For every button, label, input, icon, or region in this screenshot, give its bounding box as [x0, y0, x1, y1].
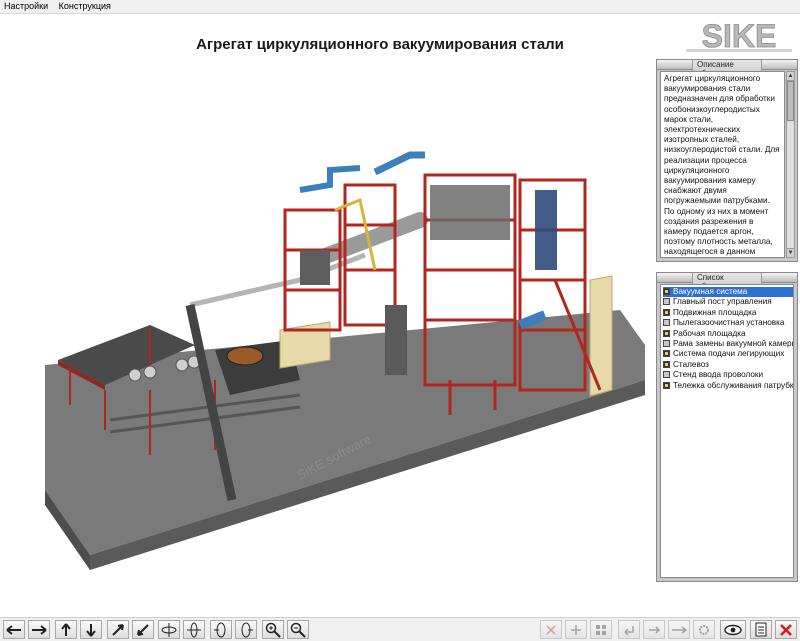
arrows-icon: [672, 625, 687, 634]
redo-icon: [649, 625, 661, 634]
assemble-icon: [571, 624, 581, 635]
arrow-left-icon: [6, 624, 21, 635]
pan-up-right-icon: [112, 623, 124, 636]
object-list-item[interactable]: Система подачи легирующих: [663, 349, 793, 359]
arrow-up-icon: [61, 622, 71, 636]
menu-settings[interactable]: Настройки: [0, 0, 52, 13]
object-list-item-label: Пылегазоочистная установка: [673, 318, 785, 328]
3d-viewport[interactable]: SiKE software: [0, 60, 655, 615]
description-scrollbar[interactable]: ▲ ▼: [786, 71, 795, 258]
object-list-item-label: Рама замены вакуумной камеры: [673, 338, 794, 348]
object-list-item-label: Стенд ввода проволоки: [673, 370, 764, 380]
bottom-toolbar: [0, 617, 800, 641]
arrow-down-icon: [86, 623, 96, 637]
view-eye-button[interactable]: [720, 620, 746, 639]
objects-list: Вакуумная система Главный пост управления…: [661, 285, 793, 391]
object-list-item[interactable]: Вакуумная система: [663, 287, 793, 298]
object-list-item[interactable]: Стенд ввода проволоки: [663, 370, 793, 380]
object-toggle-icon[interactable]: [663, 350, 670, 358]
zoom-out-button[interactable]: [287, 620, 309, 639]
pan-up-right-button[interactable]: [107, 620, 129, 639]
arrow-down-button[interactable]: [80, 620, 102, 639]
objects-panel: Список объектов Вакуумная системаГлавный…: [656, 272, 798, 582]
object-list-item[interactable]: Главный пост управления: [663, 297, 793, 307]
object-list-item-label: Вакуумная система: [673, 287, 748, 296]
arrows-button[interactable]: [668, 620, 690, 639]
object-list-item-label: Система подачи легирующих: [673, 349, 785, 359]
object-toggle-icon[interactable]: [663, 360, 670, 368]
sike-logo: SIKE: [686, 18, 792, 54]
rotate-right-button[interactable]: [235, 620, 257, 639]
arrow-up-button[interactable]: [55, 620, 77, 639]
scroll-up-icon[interactable]: ▲: [787, 72, 794, 81]
rotate-horizontal-icon: [161, 622, 177, 637]
settings-icon: [699, 624, 709, 635]
description-text: Агрегат циркуляционного вакуумирования с…: [664, 74, 780, 257]
logo-text: SIKE: [702, 18, 777, 54]
object-list-item-label: Тележка обслуживания патрубков: [673, 380, 794, 390]
page-title: Агрегат циркуляционного вакуумирования с…: [196, 36, 564, 53]
rotate-vertical-icon: [187, 622, 201, 637]
grid-button[interactable]: [590, 620, 612, 639]
object-list-item-label: Сталевоз: [673, 359, 709, 369]
description-panel: Описание объекта Агрегат циркуляционного…: [656, 59, 798, 262]
object-list-item[interactable]: Тележка обслуживания патрубков: [663, 381, 793, 391]
object-toggle-icon[interactable]: [663, 371, 670, 379]
assemble-button[interactable]: [565, 620, 587, 639]
grid-icon: [596, 624, 606, 635]
object-list-item[interactable]: Пылегазоочистная установка: [663, 318, 793, 328]
redo-button[interactable]: [643, 620, 665, 639]
object-toggle-icon[interactable]: [663, 298, 670, 306]
rotate-left-icon: [214, 622, 226, 637]
description-text-area: Агрегат циркуляционного вакуумирования с…: [660, 71, 785, 258]
document-icon: [755, 622, 767, 637]
scroll-down-icon[interactable]: ▼: [787, 248, 794, 257]
object-toggle-icon[interactable]: [663, 319, 670, 327]
object-toggle-icon[interactable]: [663, 381, 670, 389]
document-button[interactable]: [750, 620, 772, 639]
object-list-item-label: Подвижная площадка: [673, 307, 757, 317]
plant-model: SiKE software: [45, 151, 645, 570]
rotate-vertical-button[interactable]: [183, 620, 205, 639]
arrow-right-button[interactable]: [28, 620, 50, 639]
rotate-horizontal-button[interactable]: [158, 620, 180, 639]
zoom-in-icon: [265, 622, 281, 638]
undo-button[interactable]: [618, 620, 640, 639]
control-cabinet: [385, 305, 407, 375]
object-toggle-icon[interactable]: [663, 288, 670, 295]
object-list-item[interactable]: Сталевоз: [663, 360, 793, 370]
rotate-left-button[interactable]: [210, 620, 232, 639]
disassemble-icon: [546, 624, 556, 635]
zoom-in-button[interactable]: [262, 620, 284, 639]
object-list-item[interactable]: Рама замены вакуумной камеры: [663, 339, 793, 349]
close-icon: [780, 623, 792, 636]
undo-icon: [624, 625, 634, 636]
object-toggle-icon[interactable]: [663, 329, 670, 337]
menu-construction[interactable]: Конструкция: [55, 0, 115, 13]
pan-down-left-icon: [137, 623, 149, 636]
zoom-out-icon: [290, 622, 306, 638]
rotate-right-icon: [241, 622, 253, 637]
arrow-right-icon: [32, 624, 47, 635]
disassemble-button[interactable]: [540, 620, 562, 639]
object-list-item[interactable]: Подвижная площадка: [663, 308, 793, 318]
close-button[interactable]: [775, 620, 797, 639]
scroll-thumb[interactable]: [787, 81, 794, 121]
objects-list-area: Вакуумная система Главный пост управления…: [660, 284, 794, 578]
object-toggle-icon[interactable]: [663, 308, 670, 316]
arrow-left-button[interactable]: [3, 620, 25, 639]
pan-down-left-button[interactable]: [132, 620, 154, 639]
object-toggle-icon[interactable]: [663, 339, 670, 347]
menu-bar: Настройки Конструкция: [0, 0, 800, 14]
object-list-item-label: Рабочая площадка: [673, 328, 746, 338]
object-list-item[interactable]: Рабочая площадка: [663, 329, 793, 339]
view-eye-icon: [724, 624, 742, 635]
settings-button[interactable]: [693, 620, 715, 639]
object-list-item-label: Главный пост управления: [673, 297, 772, 307]
